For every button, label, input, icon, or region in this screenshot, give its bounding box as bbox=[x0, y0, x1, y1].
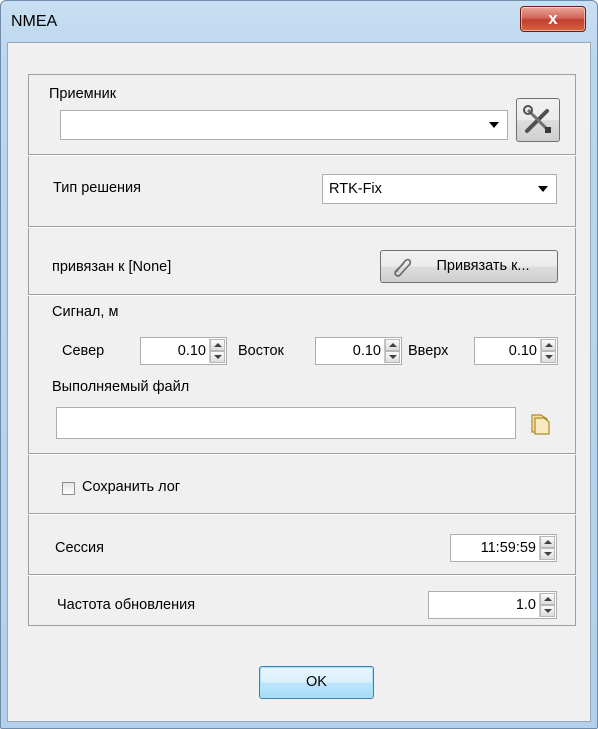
separator bbox=[28, 154, 576, 156]
up-spinbox[interactable]: 0.10 bbox=[474, 337, 558, 365]
north-spinbox[interactable]: 0.10 bbox=[140, 337, 227, 365]
title-bar[interactable]: NMEA x bbox=[1, 1, 597, 39]
east-label: Восток bbox=[238, 343, 284, 359]
tools-icon bbox=[523, 105, 551, 133]
solution-value: RTK-Fix bbox=[329, 181, 382, 197]
ok-button[interactable]: OK bbox=[259, 666, 374, 699]
chevron-down-icon bbox=[538, 186, 548, 192]
window-title: NMEA bbox=[11, 13, 58, 30]
solution-label: Тип решения bbox=[53, 180, 141, 196]
spin-up-icon[interactable] bbox=[541, 339, 556, 351]
spin-up-icon[interactable] bbox=[540, 536, 555, 548]
up-value: 0.10 bbox=[508, 343, 537, 359]
save-log-label[interactable]: Сохранить лог bbox=[82, 479, 180, 495]
session-label: Сессия bbox=[55, 540, 104, 556]
spin-up-icon[interactable] bbox=[385, 339, 400, 351]
up-label: Вверх bbox=[408, 343, 449, 359]
east-spinbox[interactable]: 0.10 bbox=[315, 337, 402, 365]
binding-label: привязан к [None] bbox=[52, 259, 172, 275]
receiver-combo[interactable] bbox=[60, 110, 508, 140]
update-rate-label: Частота обновления bbox=[57, 597, 196, 613]
north-spinner[interactable] bbox=[209, 339, 225, 363]
spin-down-icon[interactable] bbox=[210, 351, 225, 363]
spin-up-icon[interactable] bbox=[210, 339, 225, 351]
signal-label: Сигнал, м bbox=[52, 304, 119, 320]
update-rate-spinner[interactable] bbox=[539, 593, 555, 617]
north-value: 0.10 bbox=[177, 343, 206, 359]
separator bbox=[28, 294, 576, 296]
spin-down-icon[interactable] bbox=[385, 351, 400, 363]
east-value: 0.10 bbox=[352, 343, 381, 359]
separator bbox=[28, 574, 576, 576]
chevron-down-icon bbox=[489, 122, 499, 128]
spin-down-icon[interactable] bbox=[541, 351, 556, 363]
paperclip-icon bbox=[394, 258, 412, 277]
update-rate-value: 1.0 bbox=[515, 597, 536, 613]
spin-down-icon[interactable] bbox=[540, 605, 555, 617]
solution-combo[interactable]: RTK-Fix bbox=[322, 174, 557, 204]
attach-button[interactable]: Привязать к... bbox=[380, 250, 558, 283]
attach-button-label: Привязать к... bbox=[436, 258, 530, 274]
executable-label: Выполняемый файл bbox=[52, 379, 190, 395]
ok-button-label: OK bbox=[306, 674, 327, 690]
spin-down-icon[interactable] bbox=[540, 548, 555, 560]
update-rate-spinbox[interactable]: 1.0 bbox=[428, 591, 557, 619]
browse-button[interactable] bbox=[526, 410, 552, 436]
close-button[interactable]: x bbox=[520, 6, 586, 32]
up-spinner[interactable] bbox=[540, 339, 556, 363]
save-log-checkbox[interactable] bbox=[62, 482, 75, 495]
separator bbox=[28, 453, 576, 455]
receiver-label: Приемник bbox=[49, 86, 117, 102]
separator bbox=[28, 226, 576, 228]
north-label: Север bbox=[62, 343, 105, 359]
session-value: 11:59:59 bbox=[480, 540, 536, 556]
separator bbox=[28, 513, 576, 515]
executable-input[interactable] bbox=[56, 407, 516, 439]
east-spinner[interactable] bbox=[384, 339, 400, 363]
folder-icon bbox=[531, 414, 550, 435]
session-spinbox[interactable]: 11:59:59 bbox=[450, 534, 557, 562]
session-spinner[interactable] bbox=[539, 536, 555, 560]
receiver-settings-button[interactable] bbox=[516, 98, 560, 142]
spin-up-icon[interactable] bbox=[540, 593, 555, 605]
